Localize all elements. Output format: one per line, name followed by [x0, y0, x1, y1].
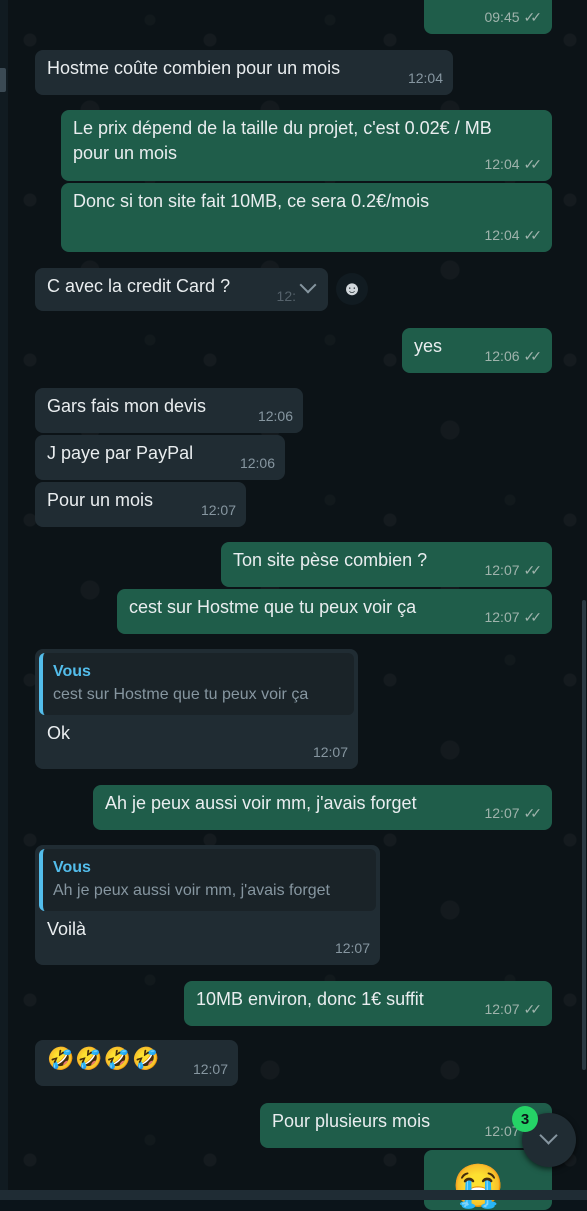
message-meta: 12:04 ✓✓	[484, 152, 542, 177]
message-bubble-outgoing[interactable]: Ton site pèse combien ? 12:07 ✓✓	[221, 542, 552, 587]
read-receipt-icon: ✓✓	[523, 227, 543, 243]
panel-edge-notch	[0, 68, 6, 92]
quoted-message[interactable]: Vous cest sur Hostme que tu peux voir ça	[39, 653, 354, 715]
message-bubble-incoming[interactable]: 🤣🤣🤣🤣 12:07	[35, 1040, 238, 1086]
message-bubble-incoming-reply[interactable]: Vous cest sur Hostme que tu peux voir ça…	[35, 649, 358, 769]
message-meta: 12:07✓✓	[484, 997, 542, 1022]
message-bubble-incoming[interactable]: Gars fais mon devis 12:06	[35, 388, 303, 433]
message-time: 12:04	[484, 156, 520, 172]
message-time: 09:45	[484, 9, 520, 25]
message-bubble-outgoing[interactable]: 10MB environ, donc 1€ suffit 12:07 ✓✓	[184, 981, 552, 1026]
read-receipt-icon: ✓✓	[523, 609, 543, 625]
message-text: Donc si ton site fait 10MB, ce sera 0.2€…	[73, 191, 430, 211]
message-bubble-outgoing[interactable]: cest sur Hostme que tu peux voir ça 12:0…	[117, 589, 552, 634]
bottom-edge	[0, 1190, 587, 1200]
message-meta: 12:07	[335, 936, 370, 961]
message-time: 12:07	[200, 502, 236, 518]
message-text: Hostme coûte combien pour un mois	[47, 58, 341, 78]
message-meta: 12:07	[313, 740, 348, 765]
message-bubble-outgoing[interactable]: 09:45 ✓✓	[424, 0, 552, 34]
message-meta: 12:04	[408, 66, 443, 91]
message-text: Gars fais mon devis	[47, 396, 207, 416]
left-panel-edge	[0, 0, 8, 1200]
message-bubble-outgoing[interactable]: Le prix dépend de la taille du projet, c…	[61, 110, 552, 181]
message-bubble-incoming[interactable]: Pour un mois 12:07	[35, 482, 246, 527]
message-bubble-incoming-reply[interactable]: Vous Ah je peux aussi voir mm, j'avais f…	[35, 845, 380, 965]
message-time: 12:	[276, 288, 296, 304]
read-receipt-icon: ✓✓	[523, 805, 543, 821]
message-text: Le prix dépend de la taille du projet, c…	[73, 118, 492, 163]
message-meta: 12:04 ✓✓	[484, 223, 542, 248]
message-meta: 12:06	[240, 451, 275, 476]
smiley-icon: ☻	[341, 277, 363, 300]
laughing-emoji-icon: 😭	[452, 1162, 505, 1209]
message-meta: 12:07✓✓	[484, 801, 542, 826]
quoted-author: Vous	[53, 859, 91, 876]
message-text: Voilà	[47, 919, 87, 939]
message-time: 12:06	[239, 455, 275, 471]
message-time: 12:06	[484, 348, 520, 364]
read-receipt-icon: ✓✓	[523, 348, 543, 364]
unread-count-badge: 3	[512, 1106, 538, 1132]
message-time: 12:07	[484, 1001, 520, 1017]
message-time: 12:04	[407, 70, 443, 86]
chat-scrollbar[interactable]	[579, 0, 587, 1200]
message-time: 12:07	[312, 744, 348, 760]
message-bubble-incoming[interactable]: Hostme coûte combien pour un mois 12:04	[35, 50, 453, 95]
read-receipt-icon: ✓✓	[523, 562, 543, 578]
quoted-message[interactable]: Vous Ah je peux aussi voir mm, j'avais f…	[39, 849, 376, 911]
message-bubble-incoming[interactable]: C avec la credit Card ? 12:	[35, 268, 328, 311]
message-time: 12:07	[484, 805, 520, 821]
message-text: cest sur Hostme que tu peux voir ça	[129, 597, 417, 617]
message-meta: 12:07	[201, 498, 236, 523]
message-meta: 12:06	[258, 404, 293, 429]
message-bubble-incoming[interactable]: J paye par PayPal 12:06	[35, 435, 285, 480]
message-time: 12:07	[192, 1061, 228, 1077]
message-time: 12:04	[484, 227, 520, 243]
message-meta: 12:07✓✓	[484, 605, 542, 630]
message-meta: 12:07✓✓	[484, 558, 542, 583]
message-bubble-outgoing[interactable]: yes 12:06 ✓✓	[402, 328, 552, 373]
read-receipt-icon: ✓✓	[523, 156, 543, 172]
read-receipt-icon: ✓✓	[523, 1001, 543, 1017]
message-meta: 12:	[277, 284, 296, 309]
quoted-text: Ah je peux aussi voir mm, j'avais forget	[53, 882, 330, 899]
scrollbar-thumb[interactable]	[582, 600, 586, 1070]
message-meta: 12:06 ✓✓	[484, 344, 542, 369]
message-bubble-outgoing[interactable]: Ah je peux aussi voir mm, j'avais forget…	[93, 785, 552, 830]
message-time: 12:07	[484, 562, 520, 578]
message-time: 12:06	[257, 408, 293, 424]
quoted-text: cest sur Hostme que tu peux voir ça	[53, 686, 309, 703]
message-meta: 09:45 ✓✓	[484, 5, 542, 30]
message-meta: 12:07	[193, 1057, 228, 1082]
message-text: Ah je peux aussi voir mm, j'avais forget	[105, 793, 417, 813]
message-text: Ok	[47, 723, 71, 743]
quoted-author: Vous	[53, 663, 91, 680]
message-time: 12:07	[334, 940, 370, 956]
message-time: 12:07	[484, 609, 520, 625]
reaction-button[interactable]: ☻	[336, 273, 368, 305]
message-bubble-outgoing[interactable]: Pour plusieurs mois 12:07✓✓	[260, 1103, 552, 1148]
message-bubble-outgoing[interactable]: Donc si ton site fait 10MB, ce sera 0.2€…	[61, 183, 552, 252]
chevron-down-icon	[539, 1126, 558, 1145]
read-receipt-icon: ✓✓	[523, 9, 543, 25]
